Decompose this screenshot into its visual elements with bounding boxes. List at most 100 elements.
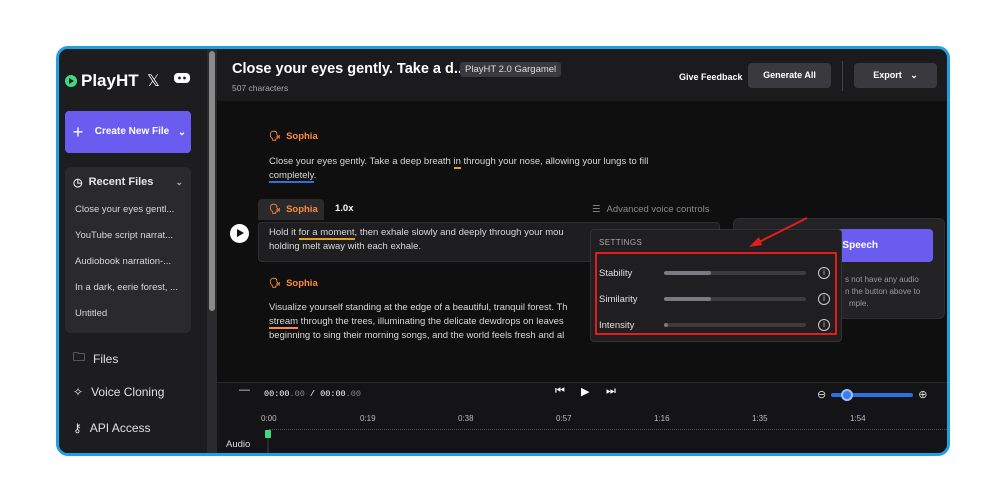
speed-selector[interactable]: 1.0x [335,203,354,214]
skip-back-icon[interactable]: ⏮ [555,385,565,398]
no-audio-hint: s not have any audio n the button above … [845,274,935,310]
sidebar-item-voice-cloning[interactable]: ✧ Voice Cloning [73,385,164,399]
speaker-label[interactable]: 🗣 Sophia [269,131,318,142]
sidebar: PlayHT 𝕏 + Create New File ⌄ ◷ Recent Fi… [59,49,207,453]
skip-forward-icon[interactable]: ⏭ [606,385,616,398]
text-segment: Visualize yourself standing at the edge … [269,302,568,313]
brand-name: PlayHT [81,71,139,90]
sidebar-item-label: Voice Cloning [91,385,165,399]
generate-all-button[interactable]: Generate All [748,63,831,88]
speaker-label[interactable]: 🗣 Sophia [269,278,318,289]
sidebar-item-label: API Access [89,421,151,435]
speaker-name: Sophia [286,278,318,289]
speaker-name: Sophia [286,204,318,215]
recent-file-item[interactable]: Close your eyes gentl... [65,197,191,223]
sidebar-scrollbar-thumb[interactable] [209,51,215,311]
collapse-icon[interactable]: — [239,384,250,396]
text-segment: holding melt away with each exhale. [269,241,422,252]
playht-logo-icon [65,75,77,87]
folder-icon: 🗀 [73,350,86,364]
text-segment: , then exhale slowly and deeply through … [354,227,564,238]
sidebar-item-api-access[interactable]: ⚷ API Access [73,421,151,435]
zoom-slider[interactable] [831,388,914,401]
header-divider [842,61,843,91]
text-segment: beginning to sing their morning songs, a… [269,330,565,341]
text-segment: through your nose, allowing your lungs t… [460,156,649,167]
give-feedback-link[interactable]: Give Feedback [679,72,743,82]
audio-track-label: Audio [226,439,251,450]
text-block[interactable]: Close your eyes gently. Take a deep brea… [269,155,709,183]
sparkle-icon: ✧ [73,385,84,399]
advanced-controls-label: Advanced voice controls [606,204,710,215]
hint-line: s not have any audio [845,275,919,284]
x-twitter-icon[interactable]: 𝕏 [147,71,160,91]
discord-icon[interactable] [173,71,191,90]
settings-title: SETTINGS [599,238,643,247]
zoom-control: ⊖ ⊕ [817,388,927,401]
play-block-button[interactable] [230,224,249,243]
document-title[interactable]: Close your eyes gently. Take a d... [232,61,466,77]
timeline-tick-label: 0:38 [458,414,474,423]
key-icon: ⚷ [73,421,82,435]
timeline-tick-label: 0:19 [360,414,376,423]
create-new-file-button[interactable]: + Create New File ⌄ [65,111,191,153]
chevron-down-icon[interactable]: ⌄ [173,127,191,138]
text-segment: . [313,170,317,181]
audio-player: — 00:00.00 / 00:00.00 ⏮ ▶ ⏭ ⊖ ⊕ 0:00 0:1… [217,382,947,453]
recent-files-title: Recent Files [88,176,154,188]
recent-file-item[interactable]: Audiobook narration-... [65,249,191,275]
speaker-name: Sophia [286,131,318,142]
zoom-in-icon[interactable]: ⊕ [918,388,927,401]
total-time: 00:00 [320,389,346,399]
recent-file-item[interactable]: In a dark, eerie forest, ... [65,275,191,301]
sliders-icon: ☰ [592,204,601,215]
chevron-down-icon: ⌄ [175,176,183,187]
voice-model-badge[interactable]: PlayHT 2.0 Gargamel [460,62,562,77]
text-segment-highlight[interactable]: in [453,156,461,169]
timeline-tick-label: 1:16 [654,414,670,423]
text-segment: Close your eyes gently. Take a deep brea… [269,156,454,167]
sidebar-item-label: Files [93,351,119,366]
total-time-ms: .00 [345,389,361,399]
timeline-tick-label: 1:35 [752,414,768,423]
play-icon[interactable]: ▶ [581,385,589,398]
text-block[interactable]: Hold it for a moment, then exhale slowly… [269,226,599,254]
export-button[interactable]: Export ⌄ [854,63,937,88]
current-time: 00:00 [264,389,290,399]
hint-line: mple. [849,299,869,308]
timeline-tick-label: 1:54 [850,414,866,423]
playhead-handle[interactable] [265,430,271,438]
chevron-down-icon: ⌄ [910,70,918,80]
recent-file-item[interactable]: YouTube script narrat... [65,223,191,249]
speaker-label[interactable]: 🗣 Sophia [269,204,318,215]
advanced-voice-controls[interactable]: ☰ Advanced voice controls [592,204,710,215]
text-segment-highlight[interactable]: stream [269,316,299,329]
zoom-out-icon[interactable]: ⊖ [817,388,826,401]
text-segment: through the trees, illuminating the deli… [298,316,564,327]
zoom-slider-knob[interactable] [841,388,854,401]
recent-file-item[interactable]: Untitled [65,301,191,327]
sidebar-item-files[interactable]: 🗀 Files [73,348,118,369]
voice-icon: 🗣 [269,278,282,289]
plus-icon: + [72,121,84,142]
brand-logo[interactable]: PlayHT [65,71,139,91]
text-segment-highlight[interactable]: for a moment [298,227,355,240]
voice-icon: 🗣 [269,131,282,142]
text-segment-highlight[interactable]: completely [269,170,314,183]
text-block[interactable]: Visualize yourself standing at the edge … [269,301,599,343]
editor-header: Close your eyes gently. Take a d... Play… [217,49,947,101]
timeline-ruler[interactable] [269,429,947,430]
recent-files-header[interactable]: ◷ Recent Files ⌄ [65,167,191,197]
export-label: Export [873,70,902,80]
app-window: PlayHT 𝕏 + Create New File ⌄ ◷ Recent Fi… [56,46,950,456]
current-time-ms: .00 [289,389,305,399]
time-readout: 00:00.00 / 00:00.00 [264,389,361,399]
character-count: 507 characters [232,83,289,93]
highlight-box [595,252,837,335]
recent-files-panel: ◷ Recent Files ⌄ Close your eyes gentl..… [65,167,191,333]
text-segment: Hold it [269,227,299,238]
voice-icon: 🗣 [269,204,282,215]
timeline-tick-label: 0:00 [261,414,277,423]
clock-icon: ◷ [73,176,83,189]
create-new-file-label: Create New File [94,126,170,137]
